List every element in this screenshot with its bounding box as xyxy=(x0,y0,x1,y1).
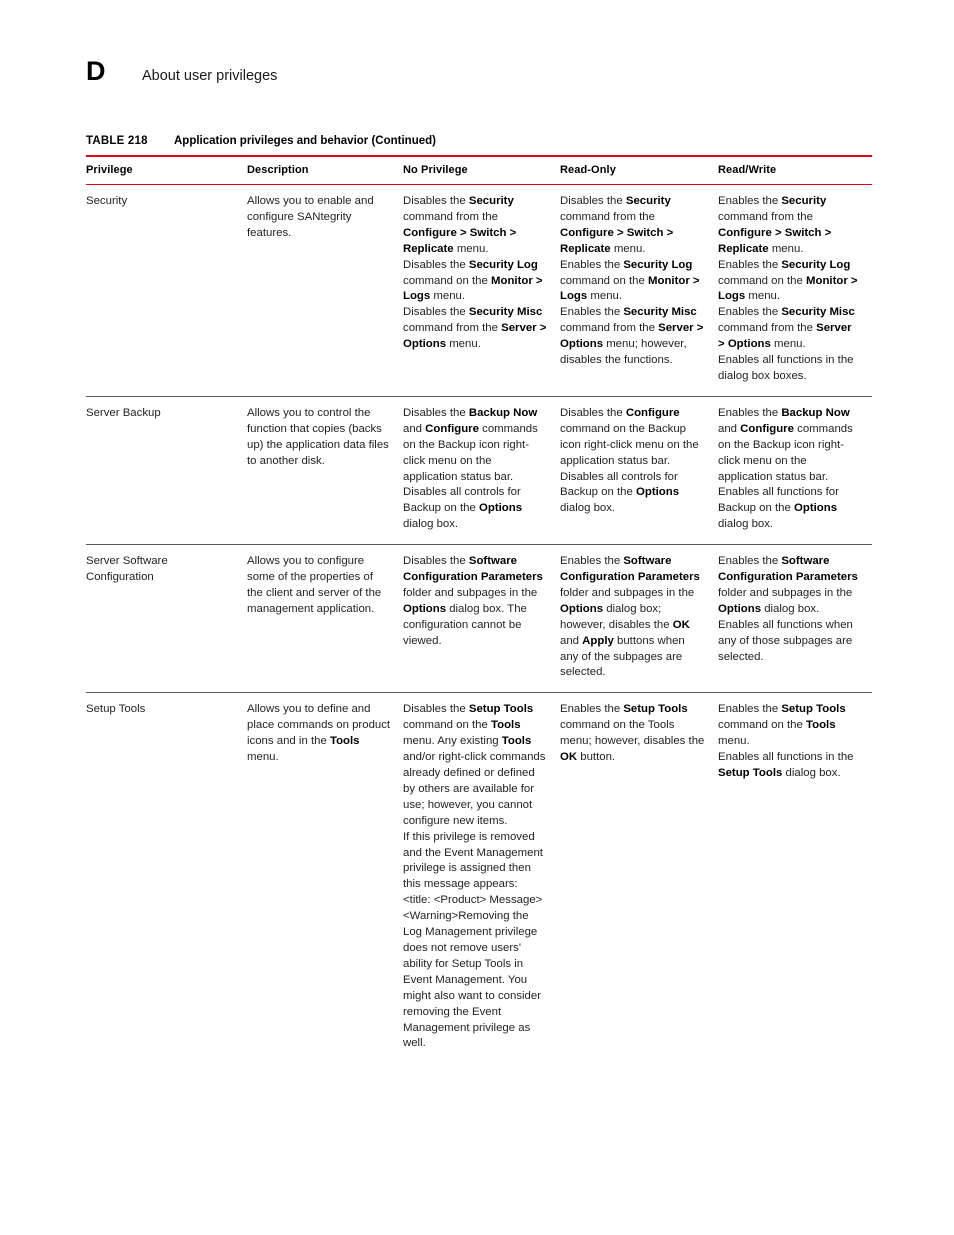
table-body: Security Allows you to enable and configu… xyxy=(86,184,872,1064)
cell-description: Allows you to enable and configure SANte… xyxy=(247,184,403,397)
cell-paragraph: Enables the Security Log command on the … xyxy=(560,258,700,303)
application-privileges-table: Privilege Description No Privilege Read-… xyxy=(86,155,872,1063)
cell-read-only: Enables the Setup Tools command on the T… xyxy=(560,693,718,1063)
cell-paragraph: Disables the Security command from the C… xyxy=(560,195,674,255)
cell-paragraph: Disables all controls for Backup on the … xyxy=(560,470,680,515)
cell-read-write: Enables the Security command from the Co… xyxy=(718,184,872,397)
cell-paragraph: Allows you to control the function that … xyxy=(247,406,389,467)
cell-description: Allows you to define and place commands … xyxy=(247,693,403,1063)
cell-paragraph: Allows you to configure some of the prop… xyxy=(247,555,382,615)
cell-privilege: Server Backup xyxy=(86,396,247,546)
cell-paragraph: Disables the Setup Tools command on the … xyxy=(403,703,546,827)
cell-paragraph: Setup Tools xyxy=(86,703,146,716)
cell-paragraph: Enables all functions for Backup on the … xyxy=(718,486,839,531)
cell-paragraph: Allows you to define and place commands … xyxy=(247,703,391,764)
cell-paragraph: If this privilege is removed and the Eve… xyxy=(403,830,543,891)
page-title: About user privileges xyxy=(142,68,278,84)
column-header-read-only: Read-Only xyxy=(560,155,718,185)
table-row: Setup Tools Allows you to define and plac… xyxy=(86,693,872,1063)
cell-paragraph: <title: <Product> Message> xyxy=(403,894,543,907)
cell-read-write: Enables the Software Configuration Param… xyxy=(718,544,872,694)
cell-paragraph: Enables the Backup Now and Configure com… xyxy=(718,406,853,483)
cell-paragraph: Enables the Security Misc command from t… xyxy=(718,306,855,351)
table-caption: TABLE 218 Application privileges and beh… xyxy=(86,135,872,147)
cell-read-write: Enables the Setup Tools command on the T… xyxy=(718,693,872,1063)
cell-paragraph: <Warning>Removing the Log Management pri… xyxy=(403,910,542,1050)
cell-no-privilege: Disables the Setup Tools command on the … xyxy=(403,693,560,1063)
table-header-row: Privilege Description No Privilege Read-… xyxy=(86,155,872,185)
cell-description: Allows you to configure some of the prop… xyxy=(247,544,403,694)
cell-paragraph: Enables the Software Configuration Param… xyxy=(560,555,700,679)
cell-paragraph: Disables the Security Log command on the… xyxy=(403,258,543,303)
cell-paragraph: Server Software Configuration xyxy=(86,555,168,584)
cell-paragraph: Enables the Software Configuration Param… xyxy=(718,555,858,615)
cell-paragraph: Disables all controls for Backup on the … xyxy=(403,486,523,531)
cell-paragraph: Security xyxy=(86,195,128,207)
table-title: Application privileges and behavior (Con… xyxy=(174,135,436,147)
cell-paragraph: Disables the Software Configuration Para… xyxy=(403,555,543,647)
cell-paragraph: Allows you to enable and configure SANte… xyxy=(247,195,374,239)
cell-paragraph: Disables the Configure command on the Ba… xyxy=(560,406,699,467)
cell-read-only: Disables the Security command from the C… xyxy=(560,184,718,397)
cell-description: Allows you to control the function that … xyxy=(247,396,403,546)
chapter-letter: D xyxy=(86,56,106,86)
cell-paragraph: Server Backup xyxy=(86,406,161,419)
table-row: Server Software Configuration Allows you … xyxy=(86,544,872,694)
table-header: Privilege Description No Privilege Read-… xyxy=(86,155,872,185)
cell-privilege: Security xyxy=(86,184,247,397)
table-row: Server Backup Allows you to control the f… xyxy=(86,396,872,546)
column-header-no-privilege: No Privilege xyxy=(403,155,560,185)
cell-read-write: Enables the Backup Now and Configure com… xyxy=(718,396,872,546)
page-header: D About user privileges xyxy=(86,56,277,87)
cell-paragraph: Disables the Backup Now and Configure co… xyxy=(403,406,538,483)
cell-no-privilege: Disables the Security command from the C… xyxy=(403,184,560,397)
cell-paragraph: Enables the Security command from the Co… xyxy=(718,195,832,255)
cell-paragraph: Enables the Security Misc command from t… xyxy=(560,306,704,367)
cell-no-privilege: Disables the Software Configuration Para… xyxy=(403,544,560,694)
cell-privilege: Server Software Configuration xyxy=(86,544,247,694)
cell-paragraph: Disables the Security Misc command from … xyxy=(403,306,547,351)
column-header-privilege: Privilege xyxy=(86,155,247,185)
cell-no-privilege: Disables the Backup Now and Configure co… xyxy=(403,396,560,546)
cell-paragraph: Enables all functions in the Setup Tools… xyxy=(718,751,854,779)
cell-paragraph: Disables the Security command from the C… xyxy=(403,195,517,255)
cell-paragraph: Enables all functions in the dialog box … xyxy=(718,354,854,382)
cell-paragraph: Enables the Setup Tools command on the T… xyxy=(718,703,846,748)
cell-paragraph: Enables the Setup Tools command on the T… xyxy=(560,703,705,764)
cell-paragraph: Enables the Security Log command on the … xyxy=(718,258,858,303)
column-header-read-write: Read/Write xyxy=(718,155,872,185)
cell-read-only: Disables the Configure command on the Ba… xyxy=(560,396,718,546)
cell-read-only: Enables the Software Configuration Param… xyxy=(560,544,718,694)
table-number: TABLE 218 xyxy=(86,135,148,147)
cell-privilege: Setup Tools xyxy=(86,693,247,1063)
table-row: Security Allows you to enable and configu… xyxy=(86,184,872,397)
cell-paragraph: Enables all functions when any of those … xyxy=(718,618,853,663)
column-header-description: Description xyxy=(247,155,403,185)
